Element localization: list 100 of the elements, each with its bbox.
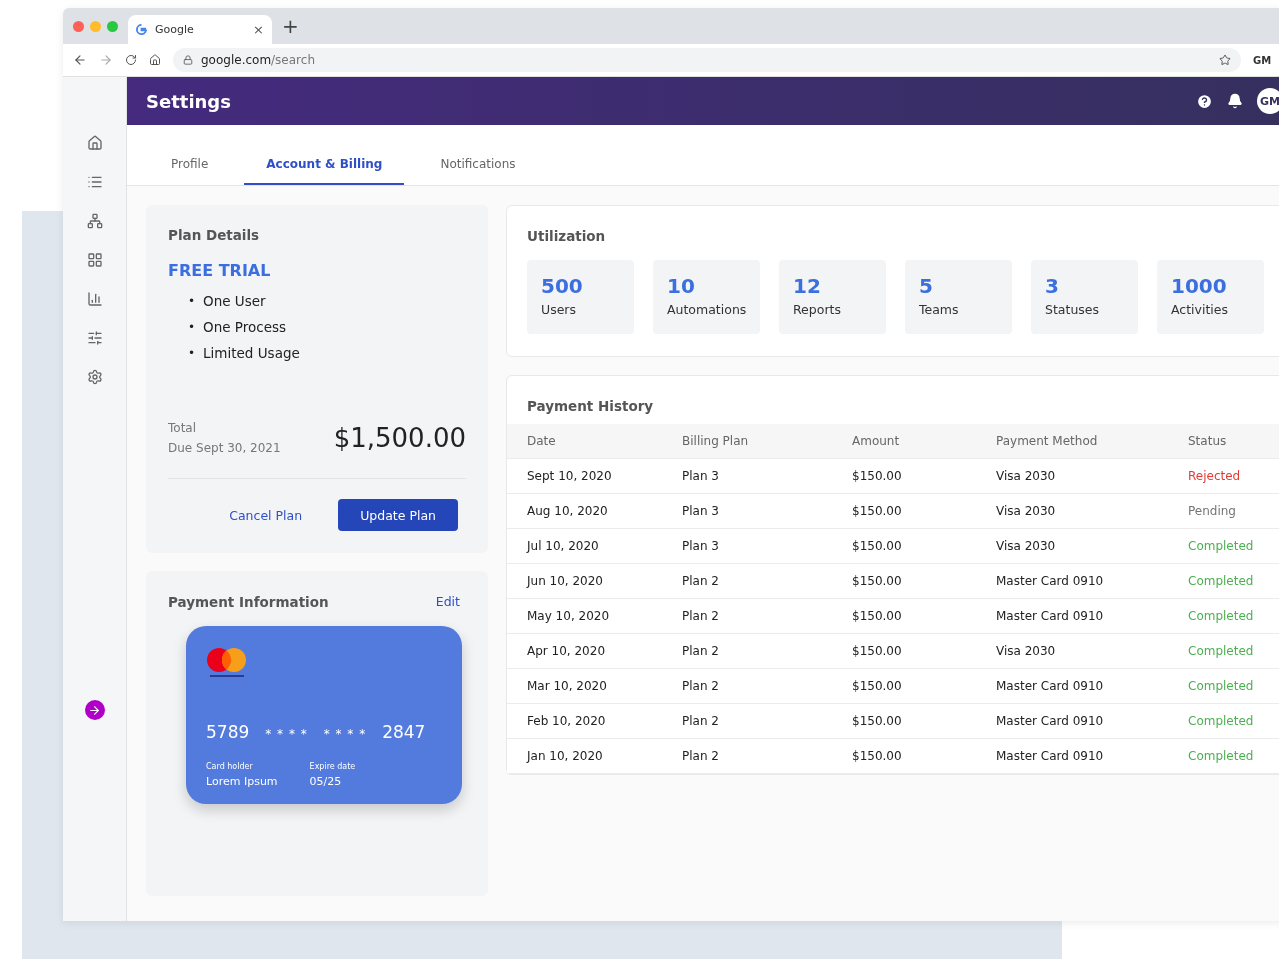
table-cell-text: $150.00 bbox=[852, 504, 903, 518]
table-cell-text: Master Card 0910 bbox=[996, 609, 1105, 623]
status-text: Completed bbox=[1188, 749, 1255, 763]
reload-icon[interactable] bbox=[125, 54, 137, 66]
bell-icon[interactable] bbox=[1227, 93, 1243, 109]
address-field[interactable]: google.com/search bbox=[173, 48, 1241, 72]
stat-value: 500 bbox=[541, 274, 584, 298]
status-text: Completed bbox=[1188, 644, 1255, 658]
table-cell-text: Aug 10, 2020 bbox=[527, 504, 609, 518]
plan-name: FREE TRIAL bbox=[168, 261, 272, 280]
back-icon[interactable] bbox=[73, 53, 87, 67]
column-header: Payment Method bbox=[996, 434, 1099, 448]
help-icon[interactable] bbox=[1196, 92, 1213, 110]
settings-icon[interactable] bbox=[86, 369, 103, 385]
profile-button[interactable]: GM bbox=[1253, 54, 1279, 66]
status-text: Completed bbox=[1188, 539, 1255, 553]
stat-value: 1000 bbox=[1171, 274, 1228, 298]
star-icon[interactable] bbox=[1219, 54, 1231, 66]
tab-title: Google bbox=[155, 23, 195, 36]
tab-close[interactable]: × bbox=[253, 22, 264, 37]
table-cell-text: $150.00 bbox=[852, 644, 903, 658]
table-cell-text: Plan 3 bbox=[682, 539, 720, 553]
cancel-plan-button[interactable]: Cancel Plan bbox=[223, 506, 309, 524]
tab[interactable]: Notifications bbox=[418, 157, 538, 185]
google-logo-icon bbox=[136, 24, 147, 35]
bullet: • bbox=[188, 345, 196, 362]
table-cell-text: Visa 2030 bbox=[996, 644, 1057, 658]
expiry-date: 05/25 bbox=[309, 775, 343, 788]
url-host: google.com bbox=[201, 53, 272, 67]
table-cell-text: Plan 3 bbox=[682, 504, 720, 518]
table-cell-text: Jul 10, 2020 bbox=[527, 539, 600, 553]
table-cell-text: $150.00 bbox=[852, 574, 903, 588]
masked-digits: * * * * bbox=[323, 727, 367, 741]
stat-label: Automations bbox=[667, 302, 747, 317]
bullet: • bbox=[188, 319, 196, 336]
plan-feature: One User bbox=[203, 292, 266, 311]
stat-label: Statuses bbox=[1045, 302, 1100, 317]
expiry-label: Expire date bbox=[309, 762, 356, 771]
card-digits: 5789 bbox=[206, 722, 250, 742]
stat-value: 3 bbox=[1045, 274, 1060, 298]
table-cell-text: $150.00 bbox=[852, 469, 903, 483]
table-cell-text: $150.00 bbox=[852, 539, 903, 553]
table-cell-text: Plan 2 bbox=[682, 609, 720, 623]
table-cell-text: Plan 2 bbox=[682, 574, 720, 588]
sliders-icon[interactable] bbox=[86, 330, 103, 346]
table-cell-text: Mar 10, 2020 bbox=[527, 679, 608, 693]
maximize-window-dot[interactable] bbox=[107, 20, 118, 32]
page-title: Settings bbox=[146, 90, 232, 112]
table-cell-text: Master Card 0910 bbox=[996, 714, 1105, 728]
card-title: Payment History bbox=[527, 398, 655, 414]
stat-label: Reports bbox=[793, 302, 841, 317]
card-title: Plan Details bbox=[168, 227, 261, 243]
url-path: /search bbox=[271, 53, 315, 67]
table-cell-text: Feb 10, 2020 bbox=[527, 714, 607, 728]
card-title: Utilization bbox=[527, 228, 607, 244]
due-date: Due Sept 30, 2021 bbox=[168, 440, 281, 457]
column-header: Billing Plan bbox=[682, 434, 750, 448]
close-window-dot[interactable] bbox=[73, 20, 84, 32]
stat-value: 10 bbox=[667, 274, 696, 298]
new-tab-button[interactable]: + bbox=[282, 14, 299, 38]
total-label: Total bbox=[168, 420, 198, 437]
home-icon[interactable] bbox=[86, 135, 103, 151]
status-text: Rejected bbox=[1188, 469, 1242, 483]
bar-chart-icon[interactable] bbox=[86, 291, 103, 307]
tab[interactable]: Account & Billing bbox=[244, 157, 405, 185]
stat-label: Activities bbox=[1171, 302, 1229, 317]
lock-icon bbox=[183, 55, 193, 65]
edit-link[interactable]: Edit bbox=[429, 593, 466, 610]
table-cell-text: Master Card 0910 bbox=[996, 574, 1105, 588]
arrow-right-icon[interactable] bbox=[84, 700, 105, 720]
holder-label: Card holder bbox=[206, 762, 254, 771]
table-cell-text: Master Card 0910 bbox=[996, 679, 1105, 693]
table-cell-text: Visa 2030 bbox=[996, 539, 1057, 553]
table-cell-text: $150.00 bbox=[852, 749, 903, 763]
holder-name: Lorem Ipsum bbox=[206, 775, 278, 788]
plan-feature: Limited Usage bbox=[203, 344, 300, 363]
table-cell-text: Jan 10, 2020 bbox=[527, 749, 604, 763]
bullet: • bbox=[188, 293, 196, 310]
card-title: Payment Information bbox=[168, 593, 329, 610]
total-amount: $1,500.00 bbox=[333, 423, 466, 453]
table-cell-text: $150.00 bbox=[852, 679, 903, 693]
table-cell-text: $150.00 bbox=[852, 609, 903, 623]
tab[interactable]: Profile bbox=[149, 157, 231, 185]
table-cell-text: Plan 2 bbox=[682, 749, 720, 763]
stat-label: Users bbox=[541, 302, 576, 317]
home-icon[interactable] bbox=[149, 54, 161, 66]
grid-icon[interactable] bbox=[86, 252, 103, 268]
update-plan-button[interactable]: Update Plan bbox=[338, 499, 458, 531]
minimize-window-dot[interactable] bbox=[90, 20, 101, 32]
table-cell-text: Master Card 0910 bbox=[996, 749, 1105, 763]
avatar[interactable]: GM bbox=[1257, 88, 1279, 114]
browser-tab[interactable]: Google × bbox=[128, 15, 272, 44]
org-chart-icon[interactable] bbox=[86, 213, 103, 229]
list-icon[interactable] bbox=[86, 174, 103, 190]
status-text: Completed bbox=[1188, 714, 1255, 728]
plan-feature: One Process bbox=[203, 318, 287, 337]
column-header: Amount bbox=[852, 434, 901, 448]
table-cell-text: Jun 10, 2020 bbox=[527, 574, 604, 588]
table-cell-text: Sept 10, 2020 bbox=[527, 469, 613, 483]
table-cell-text: Apr 10, 2020 bbox=[527, 644, 606, 658]
